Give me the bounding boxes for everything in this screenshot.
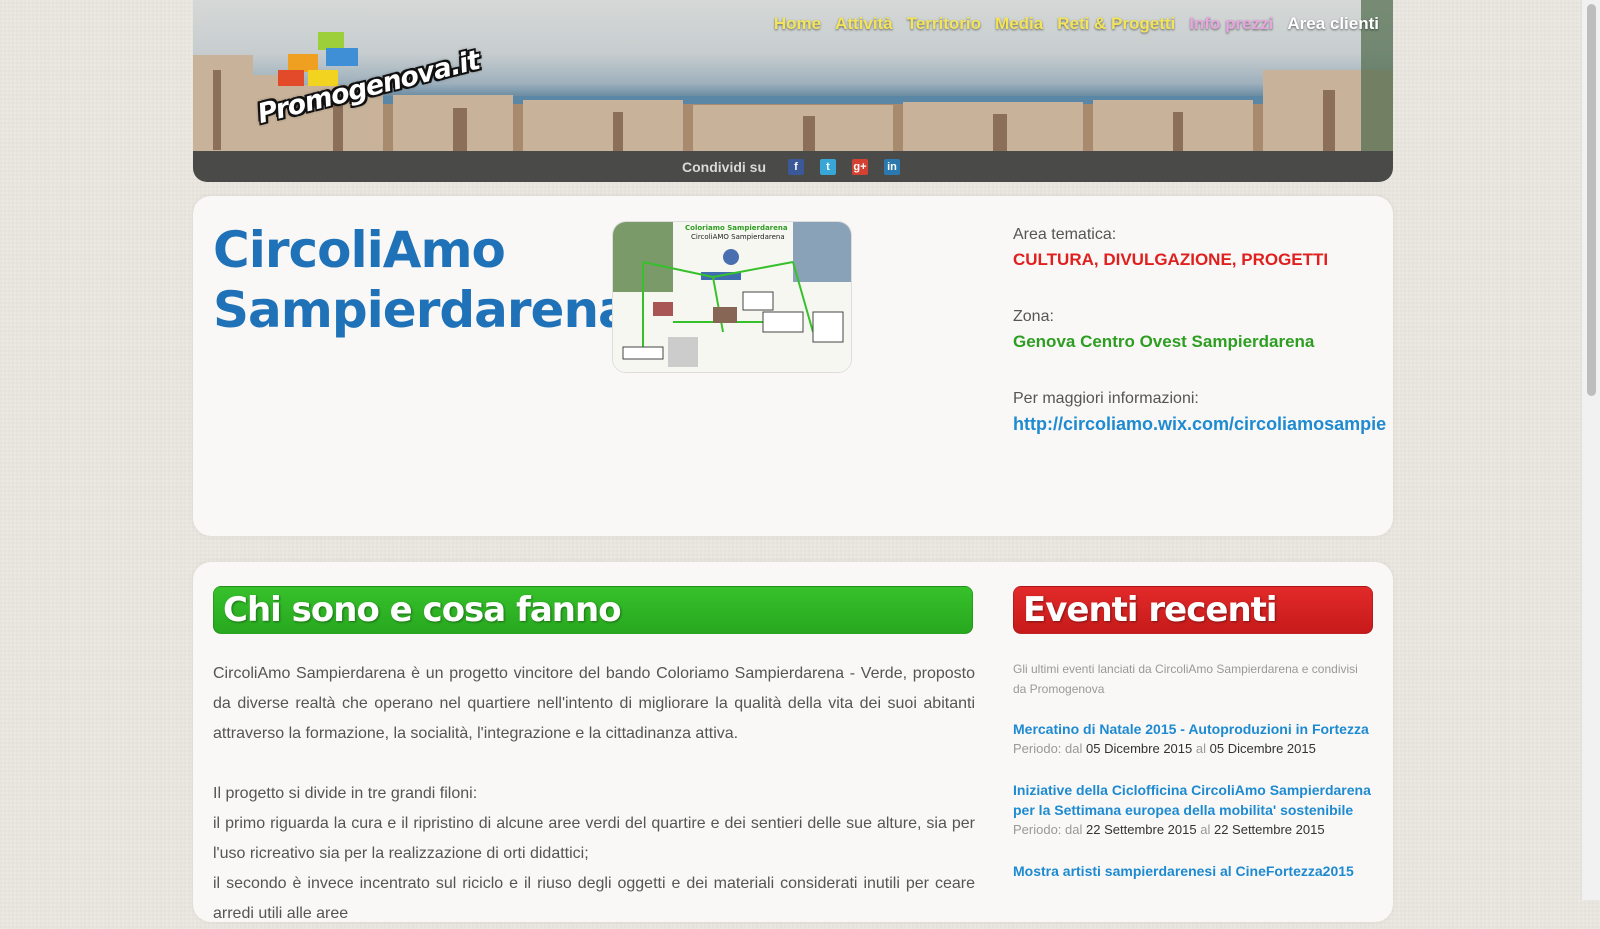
- svg-text:CircoliAMO Sampierdarena: CircoliAMO Sampierdarena: [691, 233, 785, 241]
- google-plus-icon[interactable]: g+: [852, 158, 868, 175]
- event-title-link[interactable]: Mostra artisti sampierdarenesi al CineFo…: [1013, 861, 1373, 881]
- organization-card: CircoliAmo Sampierdarena Coloriamo Sampi…: [193, 196, 1393, 536]
- scrollbar-thumb[interactable]: [1587, 4, 1596, 396]
- events-section-header: Eventi recenti: [1013, 586, 1373, 634]
- website-link[interactable]: http://circoliamo.wix.com/circoliamosamp…: [1013, 414, 1386, 435]
- share-bar: Condividi su f t g+ in: [193, 151, 1393, 182]
- event-period: Periodo: dal 22 Settembre 2015 al 22 Set…: [1013, 820, 1373, 840]
- period-to: 22 Settembre 2015: [1213, 822, 1325, 837]
- about-paragraph: il secondo è invece incentrato sul ricic…: [213, 875, 975, 922]
- twitter-icon[interactable]: t: [820, 158, 836, 175]
- zona-value: Genova Centro Ovest Sampierdarena: [1013, 332, 1315, 351]
- area-tematica-block: Area tematica: CULTURA, DIVULGAZIONE, PR…: [1013, 226, 1373, 270]
- period-from: 22 Settembre 2015: [1086, 822, 1197, 837]
- page-title: CircoliAmo Sampierdarena: [213, 221, 632, 339]
- period-from: 05 Dicembre 2015: [1086, 741, 1193, 756]
- period-to-label: al: [1200, 822, 1211, 837]
- zona-block: Zona: Genova Centro Ovest Sampierdarena: [1013, 308, 1373, 352]
- nav-area-clienti[interactable]: Area clienti: [1287, 14, 1379, 34]
- event-item: Mostra artisti sampierdarenesi al CineFo…: [1013, 861, 1373, 881]
- nav-reti-progetti[interactable]: Reti & Progetti: [1057, 14, 1175, 34]
- events-intro: Gli ultimi eventi lanciati da CircoliAmo…: [1013, 662, 1358, 696]
- event-item: Mercatino di Natale 2015 - Autoproduzion…: [1013, 719, 1373, 759]
- project-map-image: Coloriamo Sampierdarena CircoliAMO Sampi…: [612, 221, 852, 373]
- about-section-header: Chi sono e cosa fanno: [213, 586, 973, 634]
- nav-media[interactable]: Media: [995, 14, 1043, 34]
- events-heading: Eventi recenti: [1023, 590, 1278, 630]
- event-item: Iniziative della Ciclofficina CircoliAmo…: [1013, 780, 1373, 840]
- main-nav: Home Attività Territorio Media Reti & Pr…: [774, 14, 1379, 34]
- period-to: 05 Dicembre 2015: [1209, 741, 1316, 756]
- period-to-label: al: [1195, 741, 1206, 756]
- area-tematica-value: CULTURA, DIVULGAZIONE, PROGETTI: [1013, 250, 1329, 269]
- more-info-label: Per maggiori informazioni:: [1013, 390, 1199, 407]
- event-title-link[interactable]: Iniziative della Ciclofficina CircoliAmo…: [1013, 780, 1373, 820]
- linkedin-icon[interactable]: in: [884, 158, 900, 175]
- info-panel: Area tematica: CULTURA, DIVULGAZIONE, PR…: [1013, 226, 1386, 473]
- area-tematica-label: Area tematica:: [1013, 226, 1117, 243]
- details-card: Chi sono e cosa fanno CircoliAmo Sampier…: [193, 562, 1393, 922]
- more-info-block: Per maggiori informazioni: http://circol…: [1013, 390, 1386, 435]
- site-header: Promogenova.it Home Attività Territorio …: [193, 0, 1393, 182]
- svg-text:Coloriamo Sampierdarena: Coloriamo Sampierdarena: [685, 224, 788, 232]
- page-scrollbar[interactable]: [1581, 0, 1600, 900]
- period-label: Periodo: dal: [1013, 822, 1083, 837]
- nav-attivita[interactable]: Attività: [835, 14, 893, 34]
- about-heading: Chi sono e cosa fanno: [223, 590, 622, 630]
- period-label: Periodo: dal: [1013, 741, 1083, 756]
- nav-territorio[interactable]: Territorio: [907, 14, 981, 34]
- event-title-link[interactable]: Mercatino di Natale 2015 - Autoproduzion…: [1013, 719, 1373, 739]
- nav-info-prezzi[interactable]: Info prezzi: [1189, 14, 1273, 34]
- facebook-icon[interactable]: f: [788, 158, 804, 175]
- about-paragraph: Il progetto si divide in tre grandi filo…: [213, 785, 478, 802]
- about-paragraph: il primo riguarda la cura e il ripristin…: [213, 815, 975, 862]
- events-list: Gli ultimi eventi lanciati da CircoliAmo…: [1013, 659, 1373, 902]
- nav-home[interactable]: Home: [774, 14, 821, 34]
- about-paragraph: CircoliAmo Sampierdarena è un progetto v…: [213, 665, 975, 742]
- event-period: Periodo: dal 05 Dicembre 2015 al 05 Dice…: [1013, 739, 1373, 759]
- about-text: CircoliAmo Sampierdarena è un progetto v…: [213, 659, 975, 929]
- zona-label: Zona:: [1013, 308, 1054, 325]
- share-label: Condividi su: [682, 158, 766, 175]
